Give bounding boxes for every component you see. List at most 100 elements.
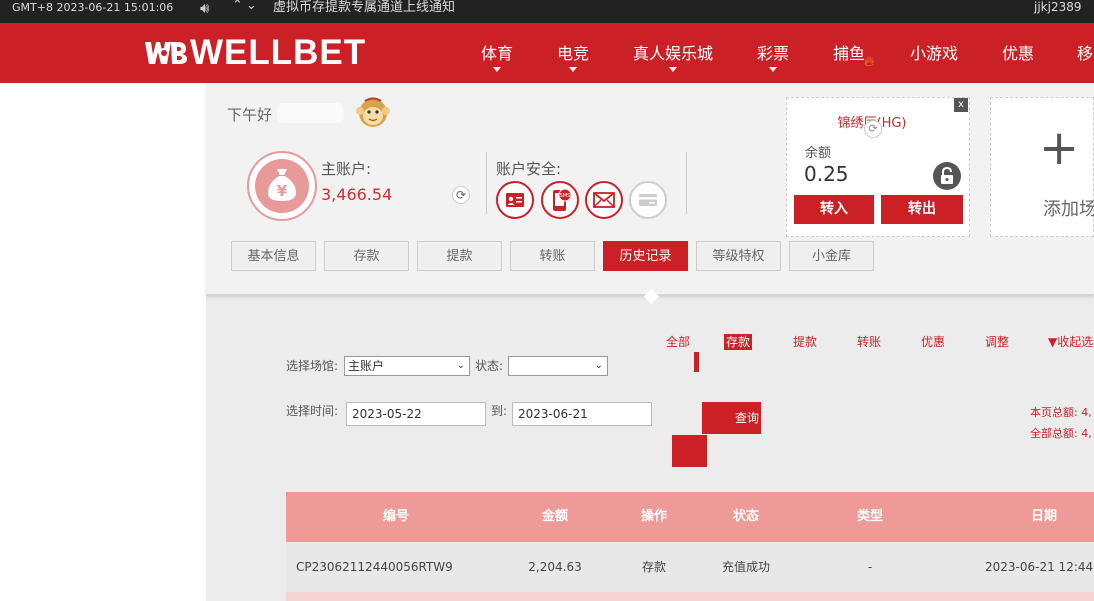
id-card-icon[interactable] <box>496 181 534 219</box>
username[interactable]: jjkj2389 <box>1034 0 1082 15</box>
speaker-icon[interactable]: 🔊︎ <box>200 0 209 17</box>
sms-phone-icon[interactable]: SMS <box>541 181 579 219</box>
main-account-label: 主账户: <box>321 160 372 178</box>
all-total: 全部总额: 4, <box>1030 427 1092 440</box>
main-nav: WELLBET 体育 电竞 真人娱乐城 彩票 捕鱼 🔥︎ 小游戏 优惠 移 <box>0 23 1094 83</box>
filter-collapse[interactable]: ▼收起选 <box>1048 334 1093 350</box>
lock-icon[interactable] <box>933 162 961 190</box>
caret-down-icon <box>769 67 777 72</box>
venue-balance: 0.25 <box>804 162 849 186</box>
money-bag-circle: ¥ <box>255 159 309 213</box>
nav-sports[interactable]: 体育 <box>481 43 514 72</box>
venue-balance-label: 余额 <box>805 146 832 161</box>
cell-operation: 存款 <box>641 560 666 574</box>
filter-adjust[interactable]: 调整 <box>985 334 1009 350</box>
to-label: 到: <box>491 404 508 418</box>
caret-down-icon <box>669 67 677 72</box>
nav-label: 捕鱼 <box>833 44 866 63</box>
divider <box>486 152 487 214</box>
refresh-icon[interactable]: ⟳ <box>452 186 470 204</box>
plus-icon: + <box>1039 120 1080 176</box>
status-label: 状态: <box>475 359 504 373</box>
nav-promotions[interactable]: 优惠 <box>1002 43 1034 65</box>
wellbet-logo[interactable]: WELLBET <box>142 35 366 71</box>
red-block <box>672 435 707 467</box>
monkey-avatar-icon[interactable] <box>354 95 392 128</box>
column-header: 类型 <box>856 509 883 524</box>
caret-down-icon <box>569 67 577 72</box>
nav-label: 彩票 <box>757 44 790 63</box>
status-select[interactable]: ⌄ <box>508 356 608 376</box>
add-venue-card[interactable]: + 添加场 <box>990 97 1094 237</box>
close-icon[interactable]: x <box>954 98 968 112</box>
greeting: 下午好 <box>227 106 273 124</box>
cell-id: CP23062112440056RTW9 <box>296 560 453 574</box>
venue-card-hg: x 锦绣厅(HG) ⟳ 余额 0.25 转入 转出 <box>786 97 970 237</box>
chevron-down-icon: ⌄ <box>456 360 465 371</box>
chevron-up-icon[interactable]: ⌃ <box>232 0 246 13</box>
transfer-out-button[interactable]: 转出 <box>881 195 963 224</box>
tab-transfer[interactable]: 转账 <box>510 241 595 271</box>
server-time: GMT+8 2023-06-21 15:01:06 <box>12 1 174 14</box>
nav-fishing[interactable]: 捕鱼 <box>833 43 865 65</box>
transfer-in-button[interactable]: 转入 <box>794 195 874 224</box>
nav-mini-games[interactable]: 小游戏 <box>910 43 958 65</box>
venue-select[interactable]: 主账户 ⌄ <box>344 356 470 376</box>
venue-label: 选择场馆: <box>286 359 339 373</box>
column-header: 编号 <box>382 509 409 524</box>
date-to-input[interactable]: 2023-06-21 <box>512 402 652 426</box>
table-row[interactable]: CP23062112440056RTW9 2,204.63 存款 充值成功 - … <box>286 542 1094 592</box>
divider <box>686 152 687 214</box>
money-bag-icon: ¥ <box>268 169 296 201</box>
column-header: 日期 <box>1030 509 1057 524</box>
filter-all[interactable]: 全部 <box>666 334 690 350</box>
nav-label: 优惠 <box>1002 44 1035 63</box>
tab-basic-info[interactable]: 基本信息 <box>231 241 316 271</box>
tab-deposit[interactable]: 存款 <box>324 241 409 271</box>
tab-withdraw[interactable]: 提款 <box>417 241 502 271</box>
active-filter-marker <box>694 352 699 372</box>
refresh-icon[interactable]: ⟳ <box>864 120 882 138</box>
add-venue-label: 添加场 <box>1043 199 1094 220</box>
nav-label: 体育 <box>481 44 514 63</box>
logo-text: WELLBET <box>190 33 367 72</box>
caret-down-icon <box>493 67 501 72</box>
top-bar: GMT+8 2023-06-21 15:01:06 🔊︎ ⌃⌄ 虚拟币存提款专属… <box>0 0 1094 23</box>
svg-text:¥: ¥ <box>277 182 288 200</box>
logo-mark-icon <box>145 42 187 64</box>
cell-status: 充值成功 <box>721 560 770 574</box>
table-header: 编号 金额 操作 状态 类型 日期 <box>286 492 1094 542</box>
column-header: 金额 <box>541 509 568 524</box>
nav-mobile[interactable]: 移 <box>1077 43 1093 65</box>
column-header: 操作 <box>640 509 667 524</box>
notice-text[interactable]: 虚拟币存提款专属通道上线通知 <box>273 0 455 15</box>
nav-label: 移 <box>1077 44 1094 63</box>
filter-promo[interactable]: 优惠 <box>921 334 945 350</box>
filter-transfer[interactable]: 转账 <box>857 334 881 350</box>
chevron-down-icon: ⌄ <box>594 360 603 371</box>
main-account-balance: 3,466.54 <box>321 185 393 204</box>
filter-deposit[interactable]: 存款 <box>724 334 753 350</box>
date-from-input[interactable]: 2023-05-22 <box>346 402 486 426</box>
chevron-down-icon[interactable]: ⌄ <box>246 0 260 13</box>
column-header: 状态 <box>732 509 759 524</box>
cell-type: - <box>867 560 873 574</box>
flame-icon: 🔥︎ <box>864 54 875 70</box>
tab-history[interactable]: 历史记录 <box>603 241 688 271</box>
nav-label: 电竞 <box>557 44 590 63</box>
query-button[interactable]: 查询 <box>702 402 761 434</box>
nav-lottery[interactable]: 彩票 <box>757 43 790 72</box>
blurred-username <box>277 103 343 123</box>
filter-withdraw[interactable]: 提款 <box>793 334 817 350</box>
table-row <box>286 592 1094 601</box>
venue-select-value: 主账户 <box>348 359 385 373</box>
email-icon[interactable] <box>585 181 623 219</box>
nav-live-casino[interactable]: 真人娱乐城 <box>633 43 713 72</box>
nav-esports[interactable]: 电竞 <box>557 43 590 72</box>
notice-scroll-arrows[interactable]: ⌃⌄ <box>232 0 260 13</box>
svg-text:SMS: SMS <box>560 193 571 199</box>
bank-card-icon[interactable] <box>629 181 667 219</box>
tab-vault[interactable]: 小金库 <box>789 241 874 271</box>
tab-vip-privileges[interactable]: 等级特权 <box>696 241 781 271</box>
cell-date: 2023-06-21 12:44:5 <box>985 560 1094 574</box>
